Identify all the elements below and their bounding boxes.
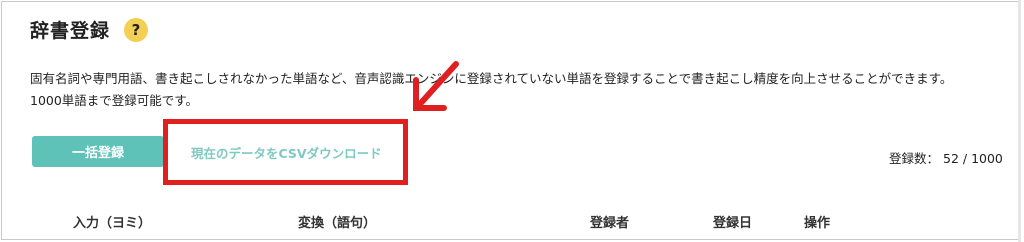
panel-scroll-edge — [1018, 0, 1021, 242]
column-header-registrant: 登録者 — [590, 216, 630, 231]
column-header-actions: 操作 — [804, 216, 831, 231]
registration-count: 登録数： 52 / 1000 — [889, 148, 1003, 167]
title-row: 辞書登録 ? — [30, 16, 149, 43]
page-title: 辞書登録 — [30, 20, 111, 42]
dictionary-panel — [1, 1, 1021, 240]
column-header-conversion: 変換（語句） — [298, 216, 377, 231]
annotation-arrow-icon — [413, 61, 459, 111]
table-header: 入力（ヨミ） 変換（語句） 登録者 登録日 操作 — [0, 212, 1018, 234]
description-line-2: 1000単語まで登録可能です。 — [30, 93, 199, 108]
help-icon[interactable]: ? — [124, 17, 149, 42]
bulk-register-button[interactable]: 一括登録 — [32, 136, 164, 167]
annotation-highlight-box — [163, 119, 408, 185]
registration-count-value: 52 / 1000 — [943, 151, 1003, 166]
column-header-date: 登録日 — [713, 216, 753, 231]
column-header-input: 入力（ヨミ） — [73, 216, 152, 231]
registration-count-label: 登録数： — [889, 151, 940, 166]
description: 固有名詞や専門用語、書き起こしされなかった単語など、音声認識エンジンに登録されて… — [30, 68, 1010, 112]
description-line-1: 固有名詞や専門用語、書き起こしされなかった単語など、音声認識エンジンに登録されて… — [30, 71, 953, 86]
